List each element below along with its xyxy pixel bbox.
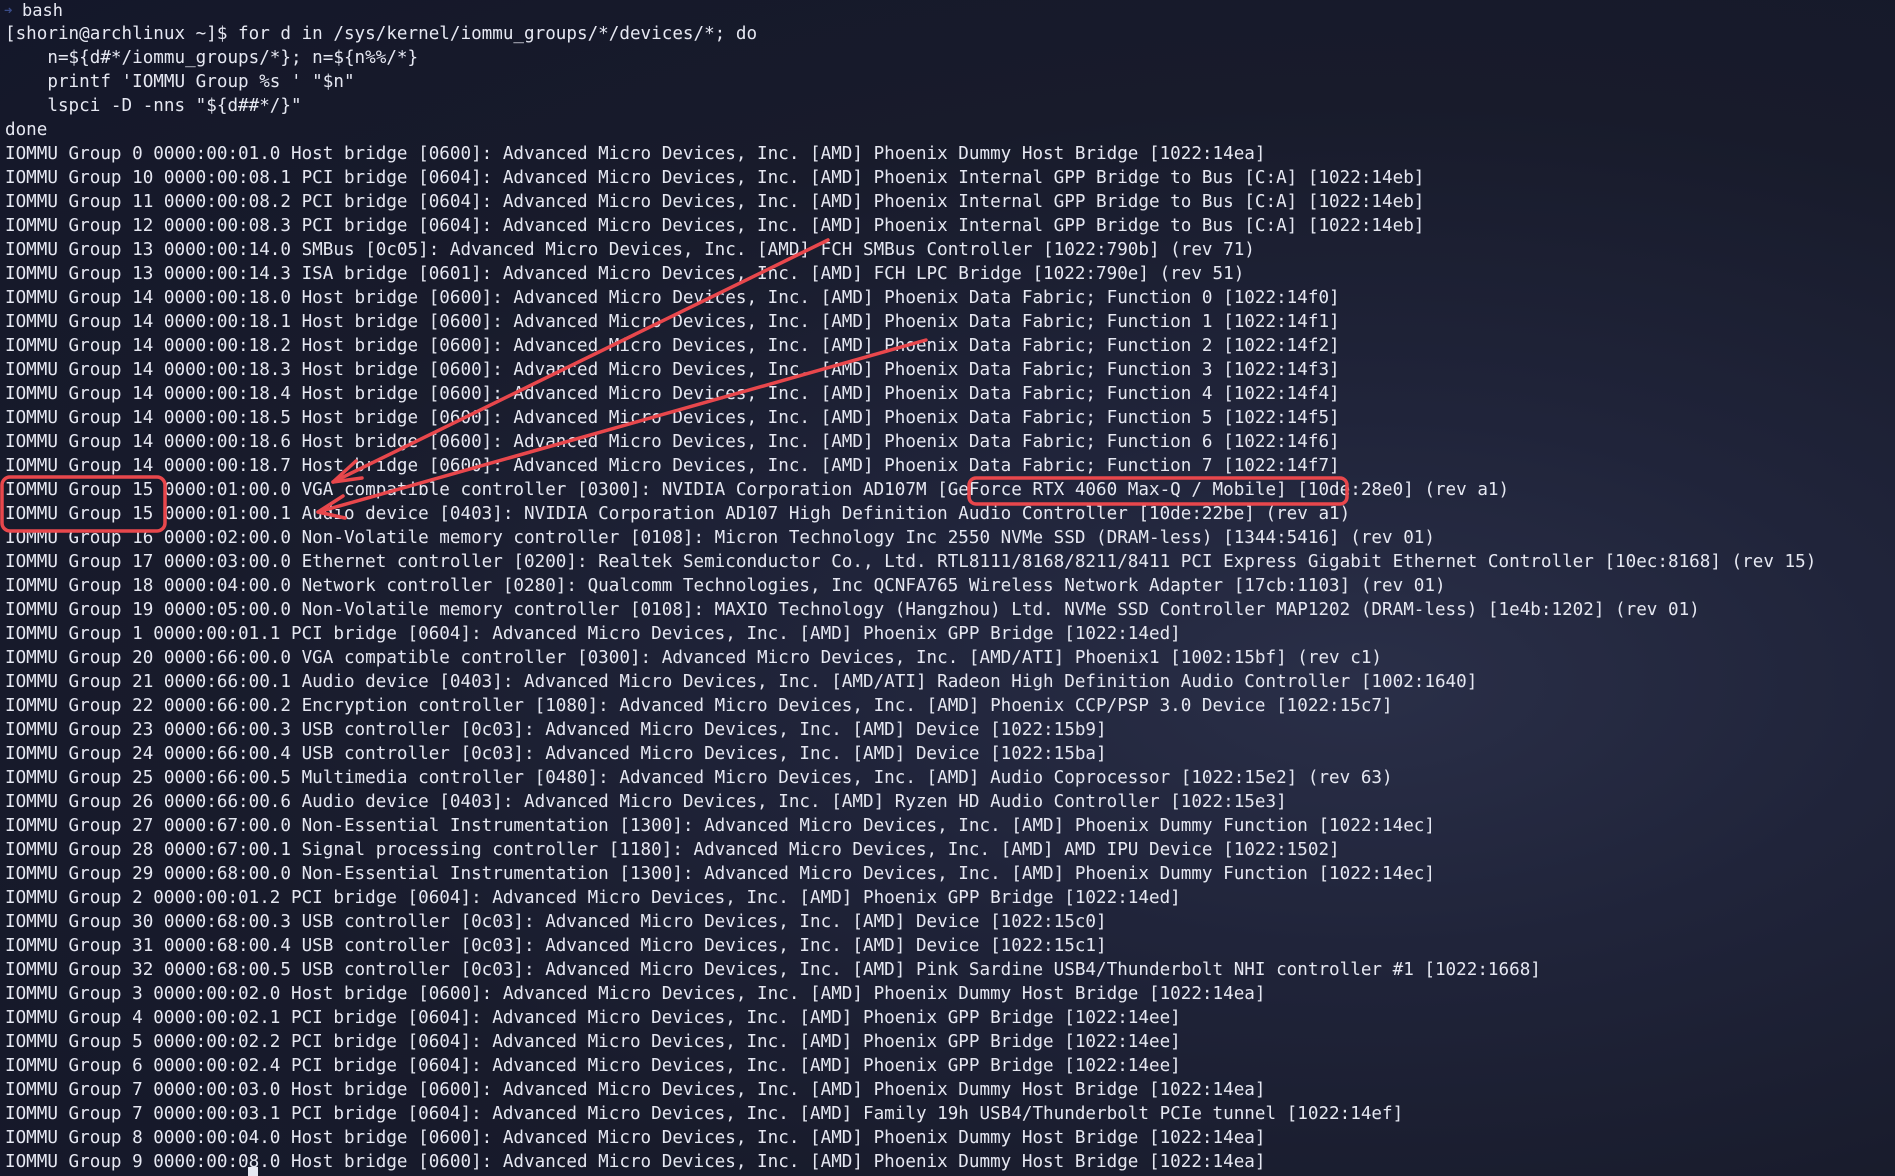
output-line: IOMMU Group 9 0000:00:08.0 Host bridge […: [5, 1152, 1266, 1172]
output-line: IOMMU Group 17 0000:03:00.0 Ethernet con…: [5, 552, 1817, 572]
output-line: IOMMU Group 2 0000:00:01.2 PCI bridge [0…: [5, 888, 1181, 908]
output-line: IOMMU Group 0 0000:00:01.0 Host bridge […: [5, 144, 1266, 164]
terminal-arrow-icon: ➜: [4, 3, 13, 19]
output-line: IOMMU Group 19 0000:05:00.0 Non-Volatile…: [5, 600, 1700, 620]
command-line: printf 'IOMMU Group %s ' "$n": [5, 72, 355, 92]
output-line: IOMMU Group 14 0000:00:18.7 Host bridge …: [5, 456, 1340, 476]
title-bar: ➜ bash: [0, 0, 63, 22]
command-line: [shorin@archlinux ~]$ for d in /sys/kern…: [5, 24, 758, 44]
output-line: IOMMU Group 14 0000:00:18.3 Host bridge …: [5, 360, 1340, 380]
output-line-highlighted: IOMMU Group 15 0000:01:00.1 Audio device…: [5, 504, 1351, 524]
output-line: IOMMU Group 23 0000:66:00.3 USB controll…: [5, 720, 1107, 740]
output-line: IOMMU Group 20 0000:66:00.0 VGA compatib…: [5, 648, 1383, 668]
output-line: IOMMU Group 25 0000:66:00.5 Multimedia c…: [5, 768, 1393, 788]
output-line: IOMMU Group 14 0000:00:18.4 Host bridge …: [5, 384, 1340, 404]
output-line: IOMMU Group 16 0000:02:00.0 Non-Volatile…: [5, 528, 1435, 548]
output-line: IOMMU Group 27 0000:67:00.0 Non-Essentia…: [5, 816, 1435, 836]
output-line: IOMMU Group 6 0000:00:02.4 PCI bridge [0…: [5, 1056, 1181, 1076]
output-line: IOMMU Group 7 0000:00:03.0 Host bridge […: [5, 1080, 1266, 1100]
command-line: lspci -D -nns "${d##*/}": [5, 96, 302, 116]
output-line: IOMMU Group 3 0000:00:02.0 Host bridge […: [5, 984, 1266, 1004]
output-line: IOMMU Group 28 0000:67:00.1 Signal proce…: [5, 840, 1340, 860]
terminal-output[interactable]: [shorin@archlinux ~]$ for d in /sys/kern…: [5, 22, 1816, 1174]
output-line: IOMMU Group 30 0000:68:00.3 USB controll…: [5, 912, 1107, 932]
output-line: IOMMU Group 14 0000:00:18.6 Host bridge …: [5, 432, 1340, 452]
terminal-window[interactable]: ➜ bash [shorin@archlinux ~]$ for d in /s…: [0, 0, 1895, 1176]
output-line: IOMMU Group 26 0000:66:00.6 Audio device…: [5, 792, 1287, 812]
output-line: IOMMU Group 1 0000:00:01.1 PCI bridge [0…: [5, 624, 1181, 644]
output-line: IOMMU Group 10 0000:00:08.1 PCI bridge […: [5, 168, 1425, 188]
output-line: IOMMU Group 14 0000:00:18.1 Host bridge …: [5, 312, 1340, 332]
output-line-highlighted: IOMMU Group 15 0000:01:00.0 VGA compatib…: [5, 480, 1510, 500]
command-line: n=${d#*/iommu_groups/*}; n=${n%%/*}: [5, 48, 419, 68]
output-line: IOMMU Group 14 0000:00:18.0 Host bridge …: [5, 288, 1340, 308]
output-line: IOMMU Group 4 0000:00:02.1 PCI bridge [0…: [5, 1008, 1181, 1028]
text-cursor: [248, 1167, 258, 1176]
output-line: IOMMU Group 29 0000:68:00.0 Non-Essentia…: [5, 864, 1435, 884]
output-line: IOMMU Group 22 0000:66:00.2 Encryption c…: [5, 696, 1393, 716]
output-line: IOMMU Group 24 0000:66:00.4 USB controll…: [5, 744, 1107, 764]
output-line: IOMMU Group 5 0000:00:02.2 PCI bridge [0…: [5, 1032, 1181, 1052]
output-line: IOMMU Group 13 0000:00:14.0 SMBus [0c05]…: [5, 240, 1255, 260]
output-line: IOMMU Group 12 0000:00:08.3 PCI bridge […: [5, 216, 1425, 236]
output-line: IOMMU Group 13 0000:00:14.3 ISA bridge […: [5, 264, 1245, 284]
output-line: IOMMU Group 7 0000:00:03.1 PCI bridge [0…: [5, 1104, 1404, 1124]
output-line: IOMMU Group 31 0000:68:00.4 USB controll…: [5, 936, 1107, 956]
output-line: IOMMU Group 18 0000:04:00.0 Network cont…: [5, 576, 1446, 596]
output-line: IOMMU Group 32 0000:68:00.5 USB controll…: [5, 960, 1541, 980]
output-line: IOMMU Group 14 0000:00:18.5 Host bridge …: [5, 408, 1340, 428]
command-line: done: [5, 120, 48, 140]
output-line: IOMMU Group 11 0000:00:08.2 PCI bridge […: [5, 192, 1425, 212]
window-title: bash: [22, 1, 63, 21]
output-line: IOMMU Group 8 0000:00:04.0 Host bridge […: [5, 1128, 1266, 1148]
output-line: IOMMU Group 14 0000:00:18.2 Host bridge …: [5, 336, 1340, 356]
output-line: IOMMU Group 21 0000:66:00.1 Audio device…: [5, 672, 1478, 692]
